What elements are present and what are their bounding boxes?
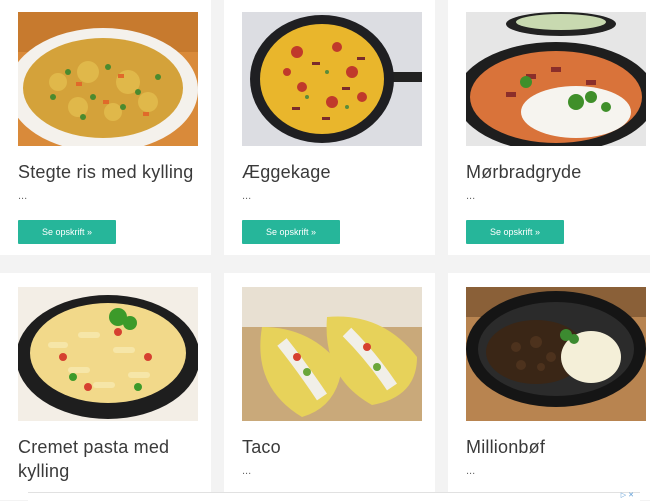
see-recipe-button[interactable]: Se opskrift » [466, 220, 564, 244]
recipe-photo[interactable] [466, 287, 646, 421]
millionbof-image[interactable] [466, 287, 646, 421]
pasta-image[interactable] [18, 287, 198, 421]
see-recipe-button[interactable]: Se opskrift » [18, 220, 116, 244]
recipe-title[interactable]: Cremet pasta med kylling [18, 435, 203, 483]
taco-image[interactable] [242, 287, 422, 421]
recipe-title[interactable]: Millionbøf [466, 435, 650, 459]
recipe-card-millionbof: Millionbøf ... [448, 273, 650, 500]
ad-close-icon[interactable]: ▷ ✕ [621, 492, 634, 500]
recipe-photo[interactable] [242, 287, 422, 421]
omelette-image[interactable] [242, 12, 422, 146]
recipe-photo[interactable] [18, 12, 198, 146]
fried-rice-image[interactable] [18, 12, 198, 146]
recipe-photo[interactable] [18, 287, 198, 421]
recipe-card-aeggekage: Æggekage ... Se opskrift » [224, 0, 435, 255]
recipe-excerpt: ... [242, 190, 252, 202]
see-recipe-button[interactable]: Se opskrift » [242, 220, 340, 244]
recipe-card-stegte-ris: Stegte ris med kylling ... Se opskrift » [0, 0, 211, 255]
recipe-photo[interactable] [242, 12, 422, 146]
recipe-excerpt: ... [18, 190, 28, 202]
recipe-card-morbradgryde: Mørbradgryde ... Se opskrift » [448, 0, 650, 255]
recipe-title[interactable]: Taco [242, 435, 427, 459]
recipe-card-cremet-pasta: Cremet pasta med kylling [0, 273, 211, 500]
recipe-excerpt: ... [242, 465, 252, 477]
recipe-title[interactable]: Æggekage [242, 160, 427, 184]
recipe-photo[interactable] [466, 12, 646, 146]
recipe-card-taco: Taco ... [224, 273, 435, 500]
recipe-title[interactable]: Stegte ris med kylling [18, 160, 203, 184]
pork-stew-image[interactable] [466, 12, 646, 146]
recipe-title[interactable]: Mørbradgryde [466, 160, 650, 184]
recipe-excerpt: ... [466, 465, 476, 477]
recipe-excerpt: ... [466, 190, 476, 202]
